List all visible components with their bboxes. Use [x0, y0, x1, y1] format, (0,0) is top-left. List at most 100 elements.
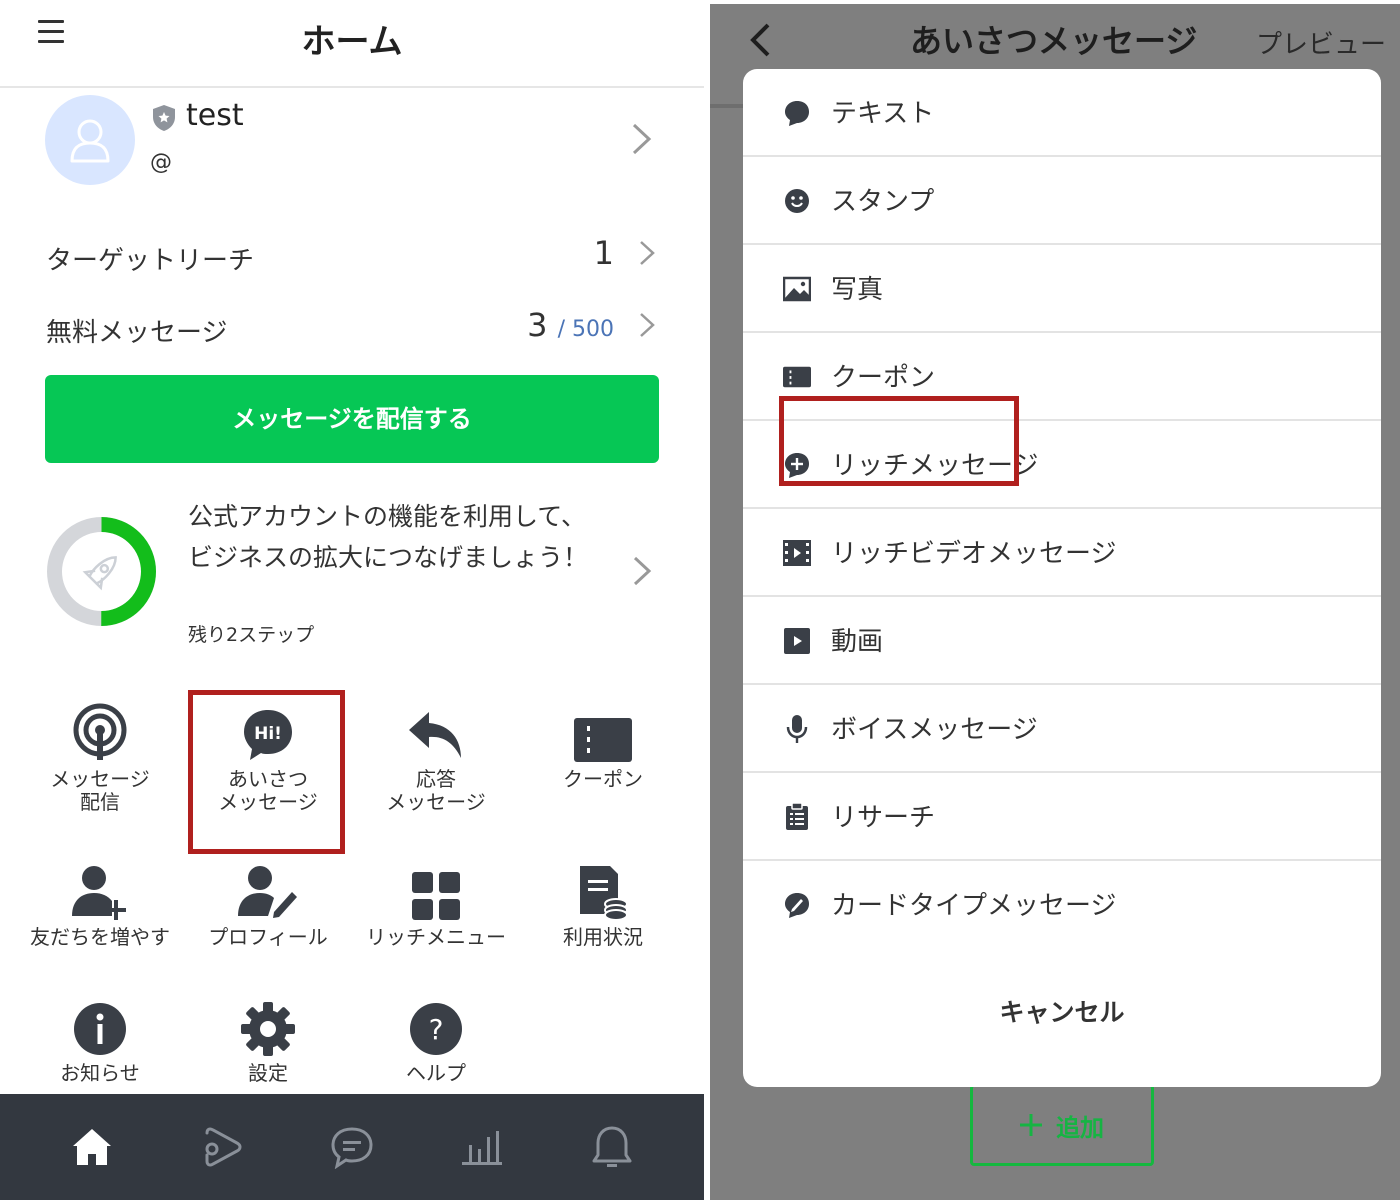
back-arrow-icon[interactable]: [748, 22, 772, 58]
feature-help[interactable]: ? ヘルプ: [352, 992, 520, 1085]
promo-text[interactable]: 公式アカウントの機能を利用して、ビジネスの拡大につなげましょう！: [188, 496, 608, 578]
feature-label: プロフィール: [208, 925, 328, 949]
account-name: test: [186, 98, 244, 133]
highlight-box: [779, 396, 1019, 486]
chevron-right-icon: [633, 556, 652, 586]
mic-icon: [786, 715, 808, 743]
menu-item-research[interactable]: リサーチ: [743, 773, 1381, 861]
nav-stats[interactable]: [418, 1094, 546, 1200]
menu-item-label: リサーチ: [831, 803, 936, 833]
account-id: @: [150, 150, 172, 175]
bell-icon: [592, 1126, 632, 1167]
menu-item-label: 動画: [831, 627, 884, 657]
feature-label: お知らせ: [60, 1061, 140, 1085]
chat-icon: [331, 1127, 373, 1169]
menu-item-sticker[interactable]: スタンプ: [743, 157, 1381, 245]
feature-label: 利用状況: [563, 925, 643, 949]
menu-item-label: スタンプ: [831, 187, 935, 217]
feature-settings[interactable]: 設定: [184, 992, 352, 1085]
sticker-icon: [785, 189, 809, 213]
feature-label: ヘルプ: [406, 1061, 466, 1085]
add-button[interactable]: 追加: [970, 1084, 1154, 1166]
menu-item-label: ボイスメッセージ: [831, 715, 1038, 745]
user-silhouette-icon: [70, 119, 110, 163]
stats-icon: [462, 1131, 502, 1165]
usage-doc-icon: [580, 866, 628, 920]
coupon-icon: [783, 366, 811, 388]
promo-remaining-steps: 残り2ステップ: [188, 624, 315, 646]
add-button-label: 追加: [1056, 1113, 1104, 1142]
cancel-button[interactable]: キャンセル: [743, 993, 1381, 1029]
nav-chat[interactable]: [288, 1094, 416, 1200]
feature-usage[interactable]: 利用状況: [519, 856, 687, 949]
card-message-icon: [785, 893, 809, 918]
feature-label: メッセージ 配信: [50, 767, 150, 814]
broadcast-icon: [73, 703, 127, 760]
profile-edit-icon: [238, 866, 297, 918]
add-friend-icon: [72, 866, 126, 920]
account-profile[interactable]: test @: [0, 90, 704, 200]
chevron-right-icon: [632, 123, 652, 155]
stat-value: 1: [593, 234, 614, 272]
menu-item-label: リッチビデオメッセージ: [831, 539, 1117, 569]
help-icon: ?: [410, 1003, 462, 1055]
reply-arrow-icon: [409, 712, 461, 758]
feature-auto-reply[interactable]: 応答 メッセージ: [352, 698, 520, 814]
menu-item-voice[interactable]: ボイスメッセージ: [743, 685, 1381, 773]
menu-item-label: 写真: [831, 275, 884, 305]
stat-label: ターゲットリーチ: [46, 246, 255, 276]
menu-item-rich-video[interactable]: リッチビデオメッセージ: [743, 509, 1381, 597]
grid-icon: [412, 872, 460, 920]
feature-profile[interactable]: プロフィール: [184, 856, 352, 949]
plus-icon: [1020, 1114, 1042, 1136]
feature-label: 応答 メッセージ: [386, 767, 486, 814]
home-icon: [73, 1129, 111, 1165]
feature-coupon[interactable]: クーポン: [519, 698, 687, 791]
menu-item-label: クーポン: [831, 363, 936, 393]
menu-item-photo[interactable]: 写真: [743, 245, 1381, 333]
nav-notifications[interactable]: [548, 1094, 676, 1200]
highlight-box: [188, 690, 345, 854]
avatar: [45, 95, 135, 185]
page-title: ホーム: [301, 22, 403, 62]
message-type-sheet: テキスト スタンプ 写真 クーポン リッチメッセージ リッチビデオメッセージ 動…: [743, 69, 1381, 1087]
send-message-button[interactable]: メッセージを配信する: [45, 375, 659, 463]
preview-button[interactable]: プレビュー: [1256, 24, 1386, 61]
text-bubble-icon: [785, 101, 809, 126]
stat-label: 無料メッセージ: [46, 318, 228, 348]
feature-label: 設定: [248, 1061, 288, 1085]
info-icon: [74, 1003, 126, 1055]
menu-item-text[interactable]: テキスト: [743, 69, 1381, 157]
menu-item-label: テキスト: [831, 99, 935, 129]
nav-voom[interactable]: [158, 1094, 286, 1200]
background-divider: [710, 104, 744, 108]
feature-label: 友だちを増やす: [30, 925, 170, 949]
target-reach-row[interactable]: ターゲットリーチ 1: [0, 230, 704, 290]
gear-icon: [241, 1002, 295, 1056]
coupon-icon: [574, 718, 632, 762]
feature-rich-menu[interactable]: リッチメニュー: [352, 856, 520, 949]
voom-icon: [205, 1127, 242, 1167]
home-header: ホーム: [0, 0, 704, 88]
rich-video-icon: [783, 540, 811, 566]
menu-item-label: カードタイプメッセージ: [831, 891, 1117, 921]
feature-add-friends[interactable]: 友だちを増やす: [16, 856, 184, 949]
setup-progress-ring: [47, 517, 156, 626]
nav-home[interactable]: [28, 1094, 156, 1200]
feature-label: クーポン: [563, 767, 643, 791]
bottom-nav: [0, 1094, 704, 1200]
clipboard-icon: [786, 803, 808, 830]
video-icon: [784, 628, 810, 654]
photo-icon: [783, 276, 811, 302]
feature-notices[interactable]: お知らせ: [16, 992, 184, 1085]
stat-value: 3 / 500: [527, 306, 614, 344]
chevron-right-icon: [640, 313, 655, 337]
shield-badge-icon: [153, 105, 175, 131]
feature-broadcast[interactable]: メッセージ 配信: [16, 698, 184, 814]
feature-label: リッチメニュー: [366, 925, 506, 949]
free-message-row[interactable]: 無料メッセージ 3 / 500: [0, 302, 704, 362]
menu-item-video[interactable]: 動画: [743, 597, 1381, 685]
chevron-right-icon: [640, 241, 655, 265]
greeting-message-screen: あいさつメッセージ プレビュー 追加 テキスト スタンプ 写真 クーポン リッチ…: [710, 4, 1400, 1200]
menu-item-card-message[interactable]: カードタイプメッセージ: [743, 861, 1381, 949]
